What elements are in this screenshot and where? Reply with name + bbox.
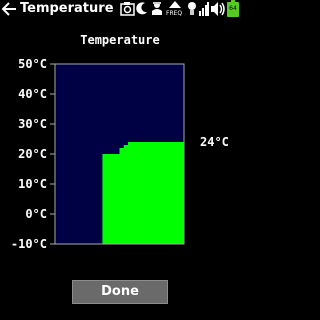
y-tick-label: -10°C [11,237,47,251]
temperature-bar [162,142,167,244]
temperature-bar [145,142,150,244]
status-bar: Temperature FREQ 64 [0,0,240,18]
temperature-bar [179,142,184,244]
temperature-bar [153,142,159,244]
temperature-bar [128,142,133,244]
current-temperature: 24°C [200,135,229,149]
temperature-bar [115,154,120,244]
temperature-bar [119,148,125,244]
back-arrow-icon [1,2,16,16]
app-title: Temperature [20,1,114,16]
status-icons: FREQ 64 [119,0,240,18]
temperature-bar [106,154,112,244]
temperature-bar [174,142,180,244]
chart-title: Temperature [80,33,160,47]
volume-icon[interactable] [210,0,225,18]
worker-icon [152,2,162,15]
freq-arrow-icon [169,1,181,8]
y-tick-label: 50°C [18,57,47,71]
y-tick-label: 20°C [18,147,47,161]
temperature-chart: 50°C 40°C 30°C 20°C 10°C 0°C -10°C [11,57,185,251]
temperature-bar [136,142,142,244]
battery-level: 64 [229,5,237,12]
bulb-icon [188,2,196,15]
y-tick-label: 0°C [25,207,47,221]
temperature-bar [110,154,116,244]
y-tick-label: 30°C [18,117,47,131]
y-tick-label: 40°C [18,87,47,101]
temperature-bar [166,142,172,244]
done-button[interactable]: Done [72,280,168,304]
temperature-bar [140,142,146,244]
back-button[interactable] [0,0,18,18]
temperature-bar [123,145,129,244]
signal-icon [199,2,209,16]
freq-label: FREQ [166,10,183,17]
camera-icon[interactable] [120,0,135,18]
temperature-bar [149,142,155,244]
temperature-bar [170,142,176,244]
moon-icon [136,2,147,15]
temperature-bar [102,154,108,244]
temperature-bar [157,142,163,244]
temperature-bar [132,142,137,244]
y-tick-label: 10°C [18,177,47,191]
